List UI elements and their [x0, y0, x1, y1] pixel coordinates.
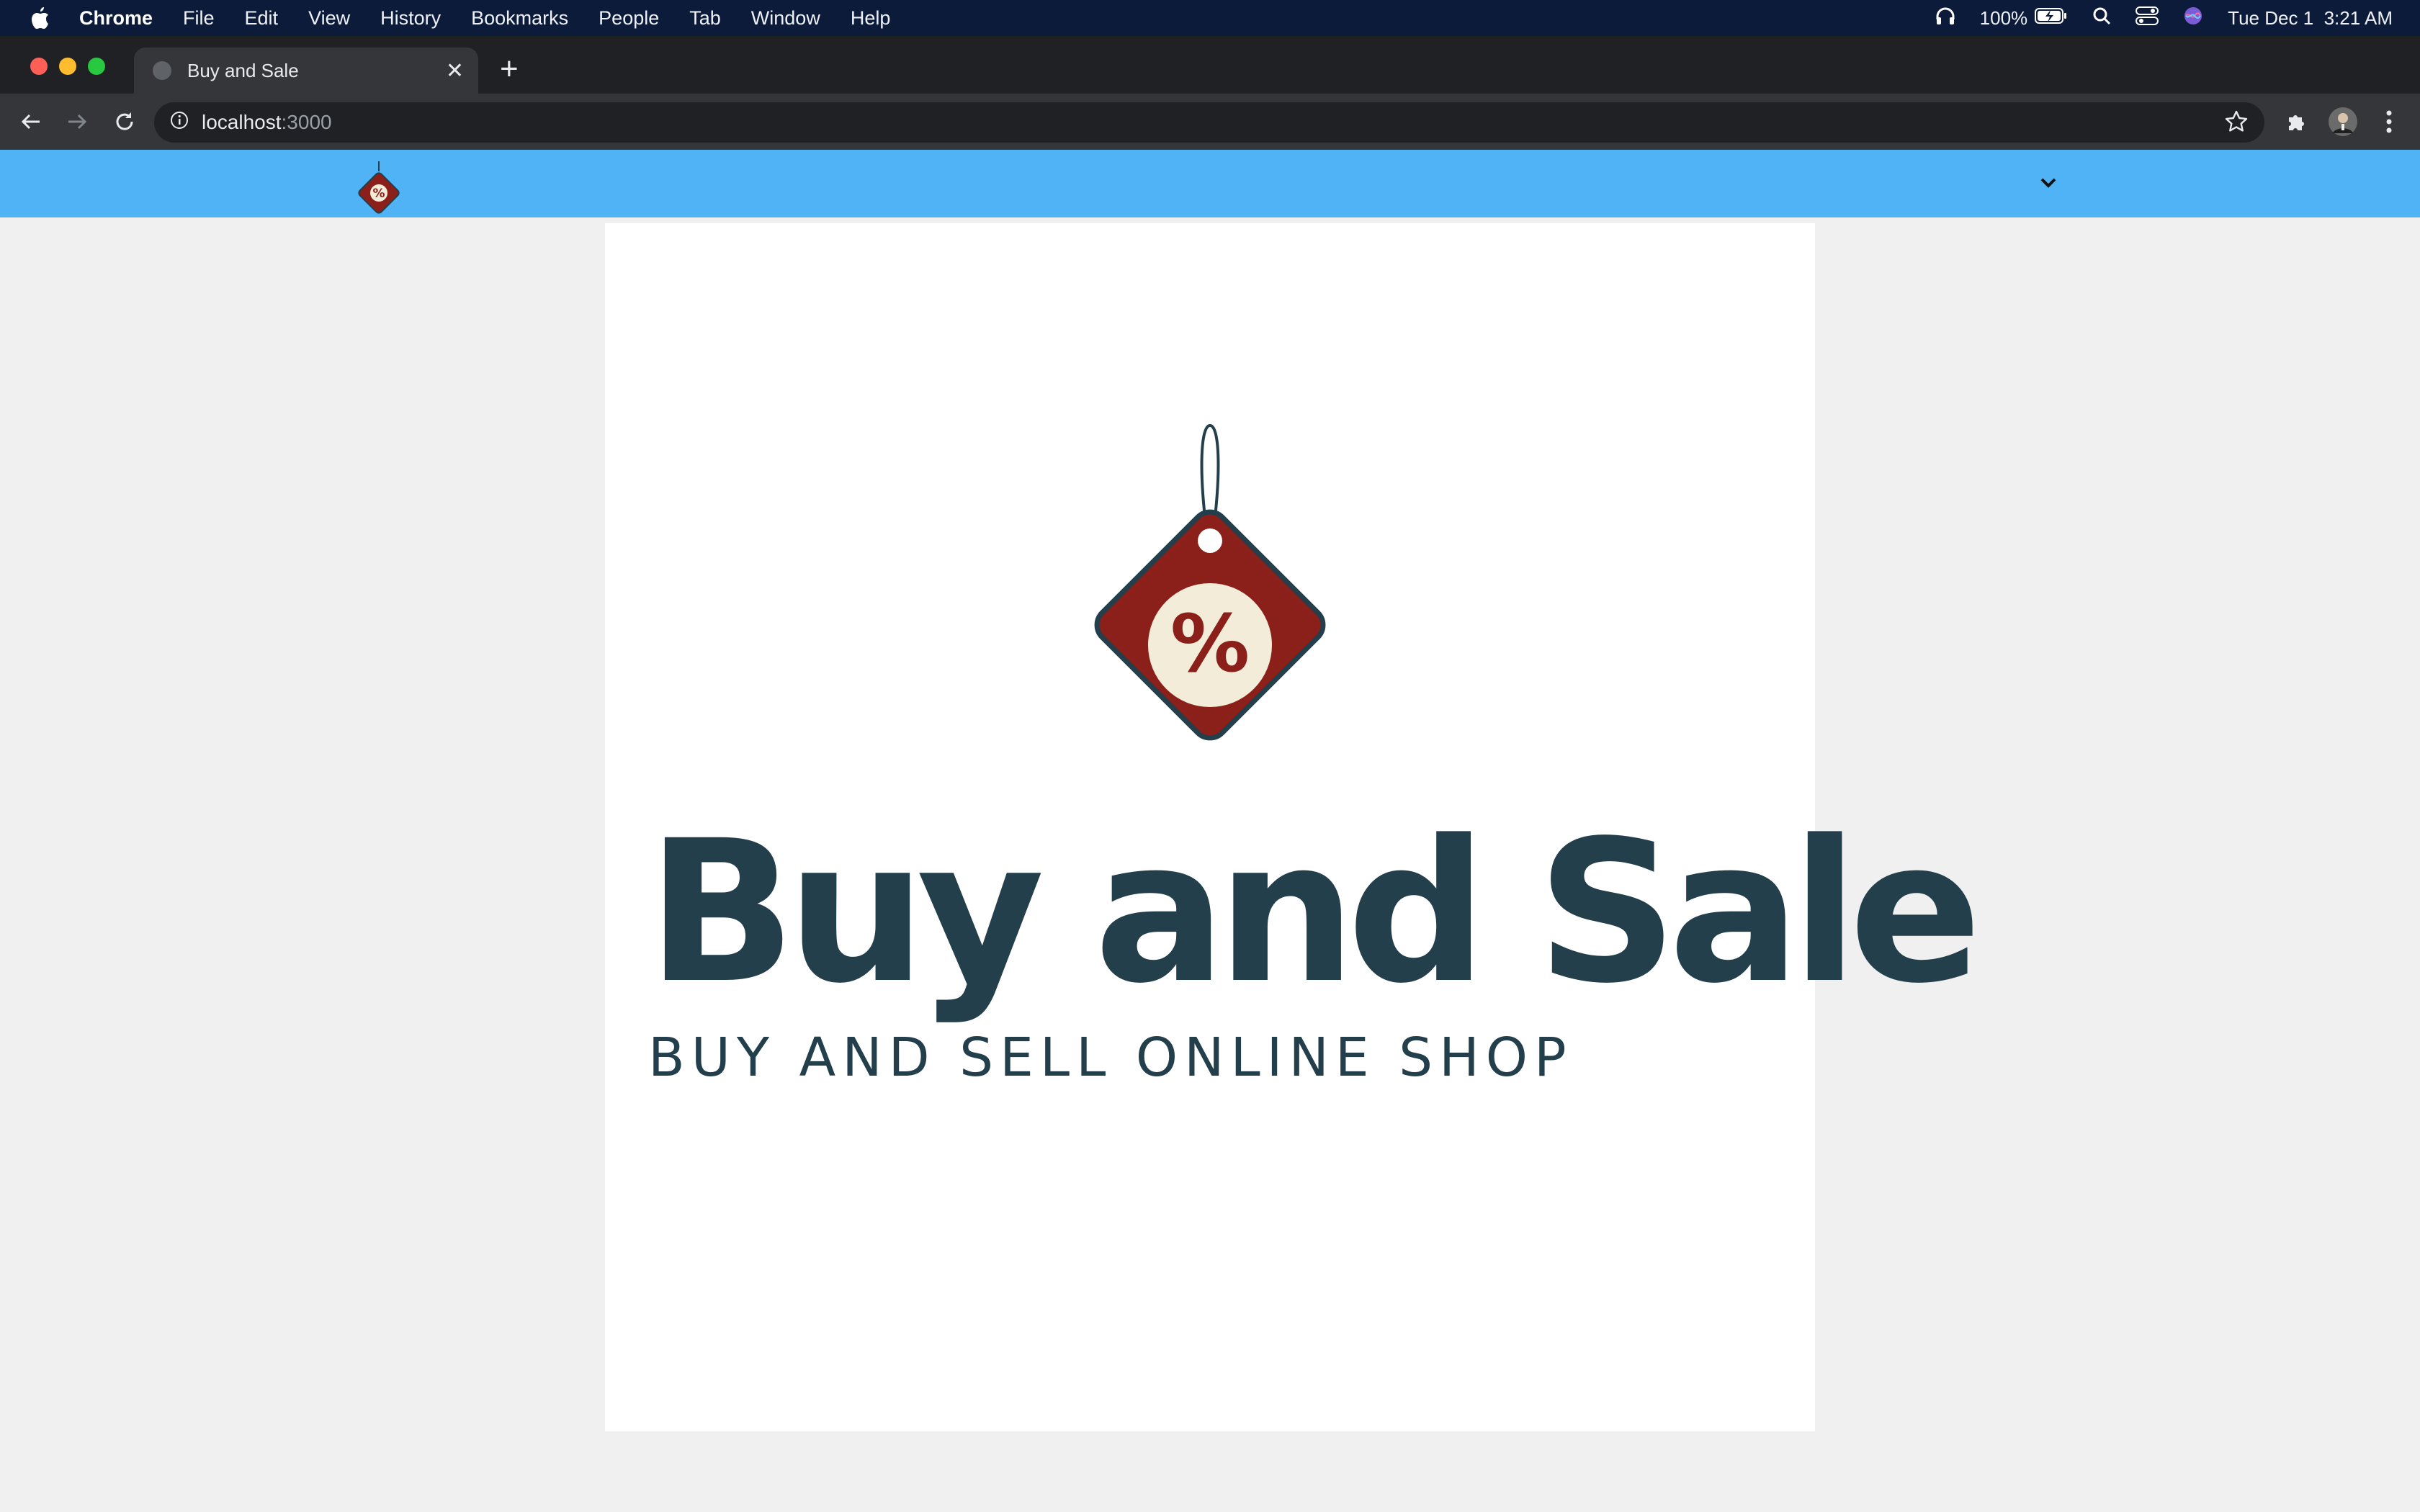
window-close-button[interactable] [30, 58, 48, 75]
header-logo-symbol: % [372, 186, 385, 201]
menu-help[interactable]: Help [851, 7, 891, 30]
url-port: :3000 [281, 111, 332, 133]
menu-tab[interactable]: Tab [689, 7, 721, 30]
profile-avatar[interactable] [2326, 105, 2360, 138]
window-maximize-button[interactable] [88, 58, 105, 75]
control-center-icon[interactable] [2136, 6, 2159, 31]
siri-icon[interactable] [2183, 6, 2203, 31]
chrome-menu-icon[interactable] [2377, 105, 2401, 138]
brand-title: Buy and Sale [647, 799, 1982, 1027]
sale-tag-logo: % [1057, 422, 1363, 779]
menu-window[interactable]: Window [751, 7, 820, 30]
globe-icon [153, 61, 171, 80]
tab-close-icon[interactable]: ✕ [446, 58, 464, 84]
menu-bookmarks[interactable]: Bookmarks [471, 7, 568, 30]
battery-icon [2035, 7, 2068, 30]
browser-tab-strip: Buy and Sale ✕ + [0, 36, 2420, 94]
menu-history[interactable]: History [380, 7, 441, 30]
window-minimize-button[interactable] [59, 58, 76, 75]
menu-view[interactable]: View [308, 7, 350, 30]
site-header: % [0, 150, 2420, 217]
logo-percent-symbol: % [1170, 598, 1250, 690]
sale-tag-icon: % [1094, 423, 1326, 741]
extensions-puzzle-icon[interactable] [2280, 105, 2312, 138]
spotlight-search-icon[interactable] [2092, 6, 2111, 30]
tab-title: Buy and Sale [187, 59, 299, 81]
back-button[interactable] [14, 105, 48, 138]
menu-people[interactable]: People [599, 7, 659, 30]
brand-subtitle: BUY AND SELL ONLINE SHOP [648, 1027, 1573, 1089]
headphones-icon[interactable] [1935, 6, 1955, 30]
browser-toolbar: localhost:3000 [0, 94, 2420, 150]
address-bar[interactable]: localhost:3000 [154, 102, 2264, 143]
clock[interactable]: Tue Dec 1 3:21 AM [2228, 7, 2393, 30]
header-logo[interactable]: % [353, 161, 405, 219]
menu-file[interactable]: File [183, 7, 215, 30]
forward-arrow-icon [68, 114, 87, 130]
back-arrow-icon [21, 114, 40, 130]
menu-app-name[interactable]: Chrome [79, 7, 153, 30]
reload-button[interactable] [108, 105, 141, 138]
battery-status[interactable]: 100% [1980, 7, 2069, 30]
forward-button[interactable] [60, 105, 94, 138]
new-tab-button[interactable]: + [500, 53, 519, 85]
url-host: localhost [202, 111, 282, 133]
site-info-icon[interactable] [170, 111, 189, 135]
battery-percent: 100% [1979, 6, 2028, 29]
menu-status-area: 100% Tue Dec 1 3:21 AM [1935, 0, 2393, 36]
reload-icon [116, 112, 133, 130]
apple-icon[interactable] [0, 6, 79, 30]
bookmark-star-icon[interactable] [2224, 109, 2249, 139]
browser-tab[interactable]: Buy and Sale ✕ [134, 48, 478, 94]
macos-menu-bar: Chrome File Edit View History Bookmarks … [0, 0, 2420, 36]
menu-edit[interactable]: Edit [245, 7, 279, 30]
chevron-down-icon[interactable] [2035, 170, 2061, 196]
